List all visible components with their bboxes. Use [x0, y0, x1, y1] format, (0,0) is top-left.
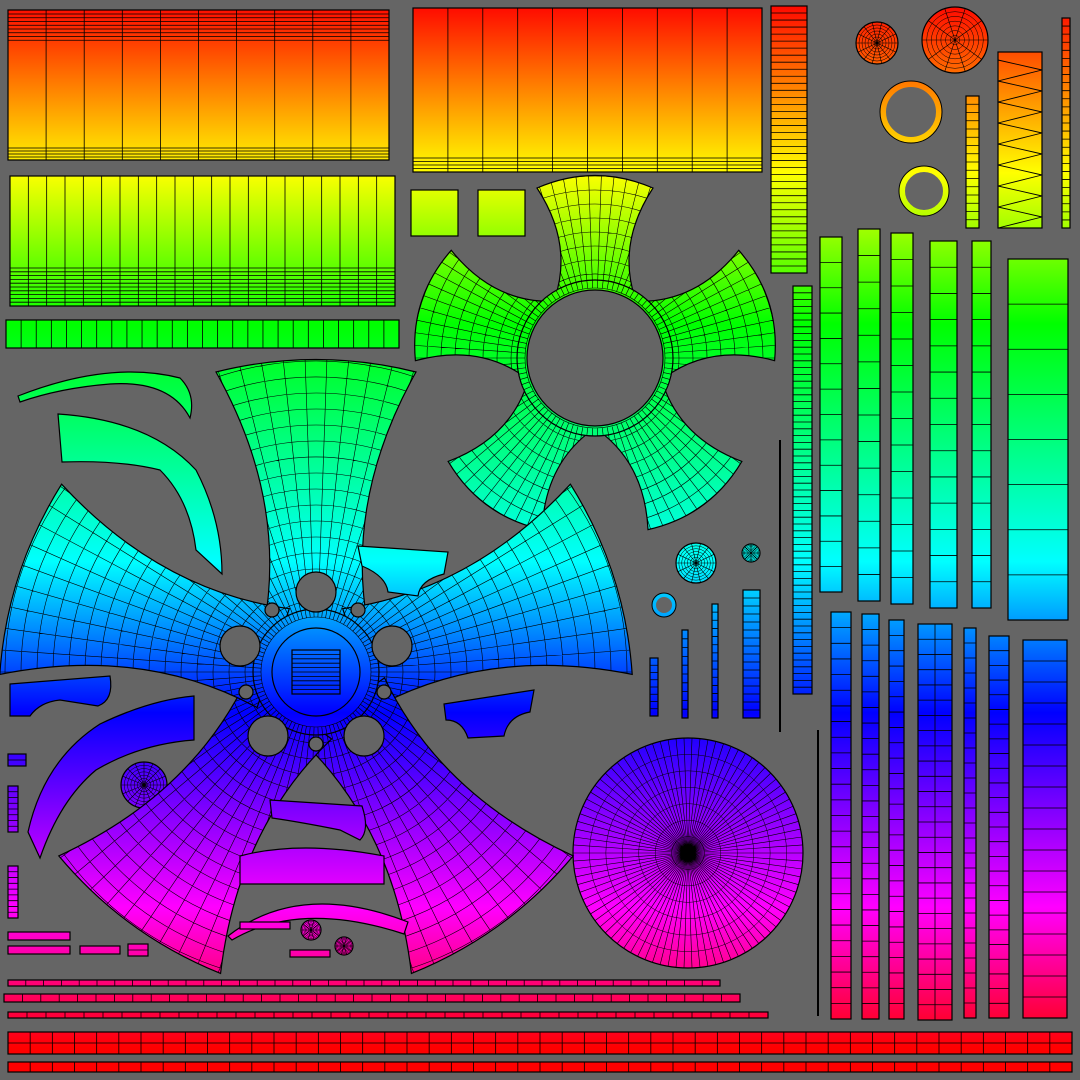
large-purple-disc	[572, 737, 804, 969]
bottom-red-strip	[7, 1031, 1073, 1055]
magenta-bit-7-fill	[79, 945, 121, 955]
right-lower-bar-6	[1022, 639, 1068, 1019]
magenta-bit-6	[289, 949, 331, 958]
lug-hole-6	[376, 684, 392, 700]
right-lower-bar-0	[830, 611, 852, 1020]
lug-hole-2	[343, 715, 385, 757]
bottom-strip-1	[7, 979, 721, 987]
right-upper-bar-4	[971, 240, 992, 609]
right-upper-bar-5	[1007, 258, 1069, 621]
magenta-bit-7	[79, 945, 121, 955]
lug-hole-1	[371, 625, 413, 667]
lug-hole-0	[295, 571, 337, 613]
right-upper-bar-1	[857, 228, 881, 602]
small-blue-bar-0	[649, 657, 659, 717]
yellow-green-panel-fill	[9, 175, 396, 307]
small-blue-bar-3	[742, 589, 761, 719]
right-upper-bar-2	[890, 232, 914, 605]
right-upper-bar-0	[819, 236, 843, 593]
small-blue-bar-1	[681, 629, 689, 719]
green-wheel-center-hole	[526, 289, 664, 427]
purple-small-fan-2	[334, 936, 354, 956]
magenta-bit-1	[7, 785, 19, 833]
bottom-strip-2	[3, 993, 741, 1003]
orange-zigzag-strip	[997, 51, 1043, 229]
lug-hole-4	[219, 625, 261, 667]
right-lower-bar-5	[988, 635, 1010, 1019]
magenta-bit-4-fill	[7, 945, 71, 955]
cyan-fan	[675, 542, 717, 584]
lug-hole-7	[308, 736, 324, 752]
magenta-bit-0	[7, 753, 27, 767]
right-lower-bar-2	[888, 619, 905, 1020]
center-cap-square	[291, 649, 341, 695]
magenta-bit-6-fill	[289, 949, 331, 958]
yellow-thin-bar	[965, 95, 980, 229]
red-fan	[921, 6, 989, 74]
magenta-bit-3	[7, 931, 71, 941]
small-blue-bar-2	[711, 603, 719, 719]
right-upper-bar-3	[929, 240, 958, 609]
yellow-square-left-fill	[410, 189, 459, 237]
lug-hole-5	[350, 602, 366, 618]
lug-hole-9	[264, 602, 280, 618]
small-red-fan	[855, 21, 899, 65]
bottom-red-strip-2	[7, 1061, 1073, 1073]
yellow-square-left	[410, 189, 459, 237]
magenta-bit-4	[7, 945, 71, 955]
cyan-small-fan	[741, 543, 761, 563]
top-center-panel	[412, 7, 763, 173]
magenta-bit-3-fill	[7, 931, 71, 941]
magenta-bit-2	[7, 865, 19, 919]
lug-hole-8	[238, 684, 254, 700]
yellow-thin-bar-right	[1061, 17, 1071, 229]
green-blue-tall-strip	[792, 285, 813, 695]
right-lower-bar-3	[917, 623, 953, 1021]
yellow-green-panel	[9, 175, 396, 307]
right-lower-bar-4	[963, 627, 977, 1019]
magenta-bit-5	[239, 921, 291, 930]
purple-wave-strip	[239, 847, 385, 885]
orange-tall-strip	[770, 5, 808, 274]
magenta-bit-8	[127, 943, 149, 957]
lug-hole-3	[247, 715, 289, 757]
bottom-strip-3	[7, 1011, 769, 1019]
magenta-bit-2-fill	[7, 865, 19, 919]
green-strip	[5, 319, 400, 349]
yellow-square-right-fill	[477, 189, 526, 237]
magenta-bit-5-fill	[239, 921, 291, 930]
uv-layout-canvas	[0, 0, 1080, 1080]
right-lower-bar-1	[861, 613, 880, 1020]
yellow-square-right	[477, 189, 526, 237]
purple-small-fan	[300, 919, 322, 941]
